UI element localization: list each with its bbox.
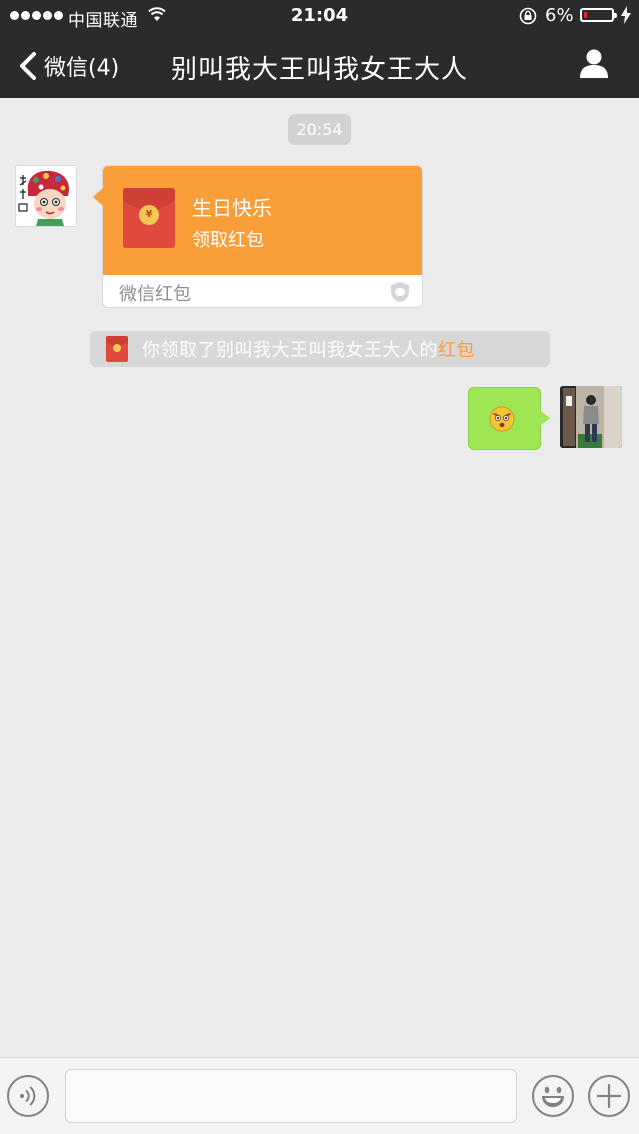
battery-percent: 6%	[545, 5, 574, 26]
my-avatar[interactable]	[560, 386, 622, 448]
sent-message-bubble[interactable]	[468, 387, 550, 450]
red-packet-action: 领取红包	[192, 230, 264, 251]
red-envelope-icon: ¥	[123, 188, 175, 248]
red-packet-greeting: 生日快乐	[192, 196, 272, 220]
wechat-pay-shield-icon	[391, 282, 409, 302]
emoji-button[interactable]	[532, 1075, 574, 1117]
voice-icon	[20, 1086, 36, 1106]
red-packet-message[interactable]: ¥ 生日快乐 领取红包 微信红包	[93, 165, 423, 308]
red-packet-link[interactable]: 红包	[438, 340, 475, 361]
top-bar: 中国联通 21:04 6% 微信(4) 别叫我大王叫我女王大人	[0, 0, 639, 98]
contact-avatar[interactable]	[15, 165, 77, 227]
input-bar	[0, 1057, 639, 1134]
system-notice: 你领取了别叫我大王叫我女王大人的红包	[90, 331, 550, 367]
plus-icon	[596, 1083, 622, 1109]
bubble-tail	[540, 410, 550, 426]
system-notice-text: 你领取了别叫我大王叫我女王大人的红包	[142, 336, 475, 362]
message-timestamp: 20:54	[288, 114, 351, 145]
orientation-lock-icon	[519, 7, 537, 25]
status-bar: 中国联通 21:04 6%	[0, 0, 639, 32]
red-packet-footer: 微信红包	[119, 284, 191, 305]
photo-avatar-icon	[560, 386, 622, 448]
smiley-icon	[542, 1086, 564, 1107]
battery-icon	[580, 8, 617, 22]
message-input[interactable]	[65, 1069, 517, 1123]
chat-title: 别叫我大王叫我女王大人	[170, 55, 468, 85]
system-notice-prefix: 你领取了别叫我大王叫我女王大人的	[142, 340, 438, 361]
person-icon[interactable]	[578, 48, 610, 80]
red-packet-header: ¥ 生日快乐 领取红包	[103, 166, 422, 275]
status-time: 21:04	[290, 5, 349, 26]
charging-bolt-icon	[621, 6, 631, 24]
cartoon-avatar-icon	[16, 166, 76, 226]
voice-button[interactable]	[7, 1075, 49, 1117]
coin-icon: ¥	[139, 205, 159, 225]
navigation-bar: 微信(4) 别叫我大王叫我女王大人	[0, 32, 639, 98]
bubble-tail	[93, 188, 103, 206]
plus-button[interactable]	[588, 1075, 630, 1117]
surprised-emoji-icon	[489, 406, 515, 432]
red-envelope-icon	[106, 336, 128, 362]
